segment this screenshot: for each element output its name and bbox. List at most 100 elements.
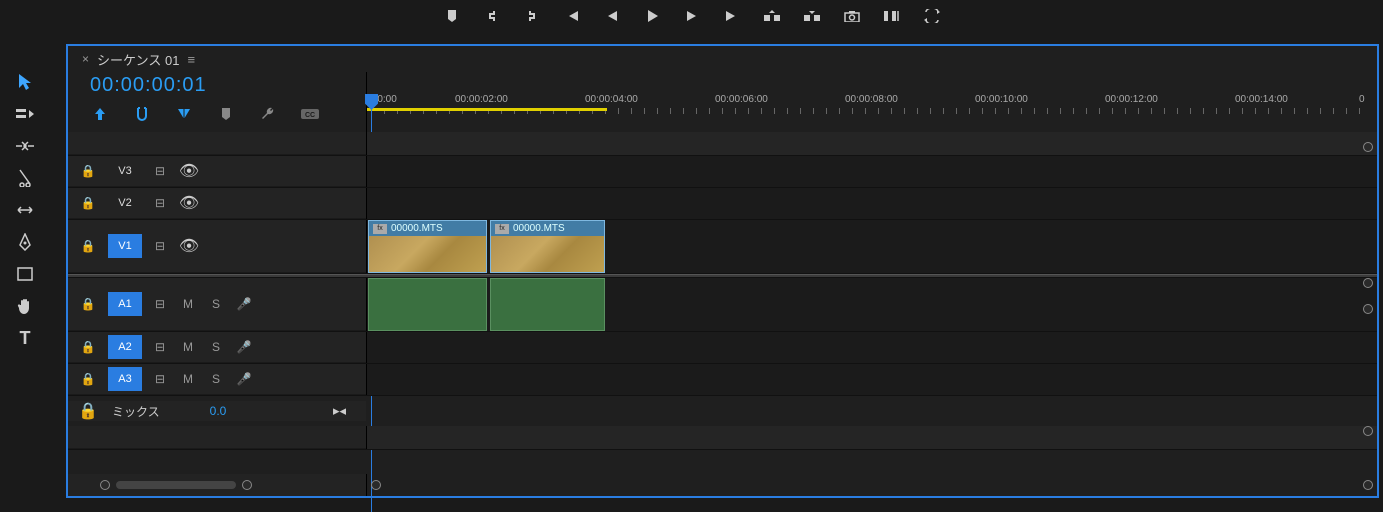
vscroll-mid2-handle[interactable] — [1363, 304, 1373, 314]
video-track-V3: 🔒 V3 ⊟ 👁 — [68, 156, 1377, 188]
goto-out-icon[interactable] — [716, 5, 748, 27]
mix-value[interactable]: 0.0 — [210, 404, 227, 418]
pen-tool[interactable] — [8, 227, 42, 257]
step-back-icon[interactable] — [596, 5, 628, 27]
sync-lock-icon[interactable]: ⊟ — [146, 372, 174, 386]
toggle-output-icon[interactable]: 👁 — [174, 161, 204, 181]
ruler-tick-label: 00:00:10:00 — [975, 94, 1028, 105]
cc-icon[interactable]: CC — [300, 105, 320, 123]
clip-thumbnail — [491, 236, 604, 272]
track-lane-A1[interactable] — [366, 278, 1377, 331]
track-target-V3[interactable]: V3 — [108, 159, 142, 183]
track-target-A3[interactable]: A3 — [108, 367, 142, 391]
set-in-icon[interactable] — [476, 5, 508, 27]
mute-button[interactable]: M — [174, 340, 202, 354]
voice-record-icon[interactable]: 🎤 — [230, 372, 258, 386]
lock-icon[interactable]: 🔒 — [68, 164, 108, 178]
zoom-in-handle[interactable] — [242, 480, 252, 490]
sequence-title: シーケンス 01 — [97, 50, 179, 69]
mix-label: ミックス — [112, 403, 160, 420]
lock-icon[interactable]: 🔒 — [68, 239, 108, 253]
fx-badge[interactable]: fx — [373, 224, 387, 234]
lock-icon[interactable]: 🔒 — [68, 340, 108, 354]
ruler-tick-label: 00:00:02:00 — [455, 94, 508, 105]
toggle-output-icon[interactable]: 👁 — [174, 236, 204, 256]
close-tab-icon[interactable]: × — [82, 52, 89, 66]
step-fwd-icon[interactable] — [676, 5, 708, 27]
vscroll-bottom-handle[interactable] — [1363, 426, 1373, 436]
extract-icon[interactable] — [796, 5, 828, 27]
sync-lock-icon[interactable]: ⊟ — [146, 196, 174, 210]
track-header-V3: 🔒 V3 ⊟ 👁 — [68, 156, 366, 187]
solo-button[interactable]: S — [202, 340, 230, 354]
snapshot-icon[interactable] — [836, 5, 868, 27]
hscroll-right-handle[interactable] — [1363, 480, 1373, 490]
voice-record-icon[interactable]: 🎤 — [230, 340, 258, 354]
sync-lock-icon[interactable]: ⊟ — [146, 340, 174, 354]
video-clip[interactable]: fx00000.MTS — [368, 220, 487, 273]
fx-badge[interactable]: fx — [495, 224, 509, 234]
audio-clip[interactable] — [490, 278, 605, 331]
marker-icon[interactable] — [436, 5, 468, 27]
lock-icon[interactable]: 🔒 — [68, 196, 108, 210]
expand-icon[interactable]: ▸◂ — [333, 403, 346, 419]
work-area-bar[interactable] — [367, 108, 607, 111]
time-ruler[interactable]: :00:0000:00:02:0000:00:04:0000:00:06:000… — [366, 72, 1377, 132]
video-clip[interactable]: fx00000.MTS — [490, 220, 605, 273]
sync-lock-icon[interactable]: ⊟ — [146, 297, 174, 311]
audio-clip[interactable] — [368, 278, 487, 331]
wrench-icon[interactable] — [258, 105, 278, 123]
lock-icon[interactable]: 🔒 — [68, 297, 108, 311]
insert-icon[interactable] — [876, 5, 908, 27]
toggle-output-icon[interactable]: 👁 — [174, 193, 204, 213]
sync-lock-icon[interactable]: ⊟ — [146, 164, 174, 178]
vertical-scrollbar[interactable] — [1361, 142, 1375, 436]
rectangle-tool[interactable] — [8, 259, 42, 289]
hscroll-left-handle[interactable] — [371, 480, 381, 490]
current-timecode[interactable]: 00:00:00:01 — [90, 72, 366, 97]
track-lane-V2[interactable] — [366, 188, 1377, 219]
goto-in-icon[interactable] — [556, 5, 588, 27]
ripple-edit-tool[interactable] — [8, 131, 42, 161]
mute-button[interactable]: M — [174, 372, 202, 386]
vscroll-top-handle[interactable] — [1363, 142, 1373, 152]
ruler-tick-label: 00:00:04:00 — [585, 94, 638, 105]
play-icon[interactable] — [636, 5, 668, 27]
lift-icon[interactable] — [756, 5, 788, 27]
track-lane-A3[interactable] — [366, 364, 1377, 395]
slip-tool[interactable] — [8, 195, 42, 225]
track-lane-V1[interactable]: fx00000.MTSfx00000.MTS — [366, 220, 1377, 273]
type-tool[interactable]: T — [8, 323, 42, 353]
linked-selection-icon[interactable] — [174, 105, 194, 123]
voice-record-icon[interactable]: 🎤 — [230, 297, 258, 311]
track-lane-V3[interactable] — [366, 156, 1377, 187]
vscroll-mid1-handle[interactable] — [1363, 278, 1373, 288]
set-out-icon[interactable] — [516, 5, 548, 27]
zoom-bar[interactable] — [116, 481, 236, 489]
overwrite-icon[interactable] — [916, 5, 948, 27]
track-header-A2: 🔒 A2 ⊟ M S 🎤 — [68, 332, 366, 363]
lock-icon[interactable]: 🔒 — [68, 372, 108, 386]
track-select-tool[interactable] — [8, 99, 42, 129]
zoom-out-handle[interactable] — [100, 480, 110, 490]
solo-button[interactable]: S — [202, 372, 230, 386]
marker-opt-icon[interactable] — [216, 105, 236, 123]
track-lane-A2[interactable] — [366, 332, 1377, 363]
nest-icon[interactable] — [90, 105, 110, 123]
track-target-A2[interactable]: A2 — [108, 335, 142, 359]
selection-tool[interactable] — [8, 67, 42, 97]
hand-tool[interactable] — [8, 291, 42, 321]
sync-lock-icon[interactable]: ⊟ — [146, 239, 174, 253]
track-target-A1[interactable]: A1 — [108, 292, 142, 316]
mute-button[interactable]: M — [174, 297, 202, 311]
lock-icon[interactable]: 🔒 — [68, 401, 108, 421]
track-target-V1[interactable]: V1 — [108, 234, 142, 258]
track-target-V2[interactable]: V2 — [108, 191, 142, 215]
mix-row: 🔒 ミックス 0.0 ▸◂ — [68, 396, 1377, 426]
sequence-menu-icon[interactable]: ≡ — [187, 52, 195, 67]
svg-text:CC: CC — [305, 112, 315, 119]
sequence-tab[interactable]: × シーケンス 01 ≡ — [68, 46, 1377, 72]
snap-icon[interactable] — [132, 105, 152, 123]
solo-button[interactable]: S — [202, 297, 230, 311]
razor-tool[interactable] — [8, 163, 42, 193]
